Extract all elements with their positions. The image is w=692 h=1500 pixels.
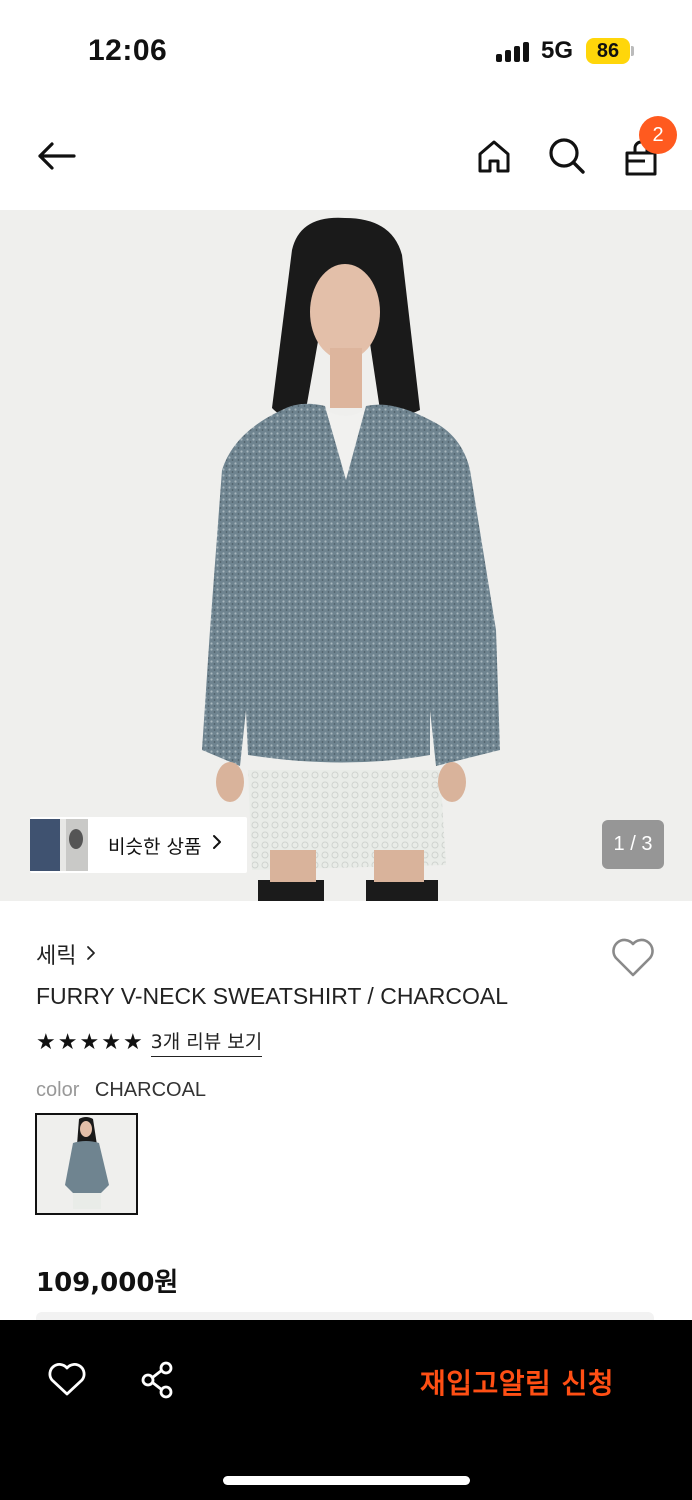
star-icon: ★ — [79, 1029, 100, 1054]
chevron-right-icon — [211, 833, 223, 857]
share-button[interactable] — [138, 1360, 178, 1400]
back-button[interactable] — [32, 132, 80, 180]
status-time: 12:06 — [88, 34, 168, 67]
similar-thumbnail-image — [30, 819, 88, 871]
battery-icon: 86 — [586, 38, 630, 64]
rating-row: ★ ★ ★ ★ ★ 3개 리뷰 보기 — [36, 1027, 263, 1057]
color-value: CHARCOAL — [94, 1079, 207, 1101]
product-price: 109,000원 — [36, 1268, 179, 1298]
network-label: 5G — [541, 37, 574, 64]
top-nav — [0, 110, 692, 206]
color-label: color — [36, 1079, 80, 1101]
brand-name: 세릭 — [36, 944, 77, 969]
star-icon: ★ — [57, 1029, 78, 1054]
brand-link[interactable]: 세릭 — [36, 938, 96, 970]
star-rating: ★ ★ ★ ★ ★ — [36, 1029, 143, 1055]
star-icon: ★ — [36, 1029, 56, 1054]
cart-count-badge: 2 — [639, 116, 677, 154]
search-button[interactable] — [543, 132, 591, 180]
heart-icon — [48, 1363, 86, 1396]
bottom-wishlist-button[interactable] — [47, 1362, 87, 1398]
product-image[interactable] — [0, 210, 692, 901]
star-icon: ★ — [101, 1029, 121, 1054]
heart-icon — [612, 938, 654, 977]
model-photo — [0, 210, 692, 901]
home-icon — [478, 140, 510, 173]
battery-tip — [631, 46, 634, 56]
image-page-indicator: 1 / 3 — [602, 820, 664, 869]
restock-alert-button[interactable]: 재입고알림 신청 — [420, 1362, 614, 1402]
star-icon: ★ — [122, 1029, 143, 1054]
bottom-action-bar — [0, 1320, 692, 1500]
search-icon — [549, 138, 585, 174]
color-swatch-selected[interactable] — [35, 1113, 138, 1215]
share-icon — [141, 1361, 173, 1399]
similar-thumbnail — [30, 819, 88, 871]
swatch-thumbnail — [37, 1115, 136, 1213]
chevron-right-icon — [86, 942, 96, 966]
home-indicator[interactable] — [223, 1476, 470, 1485]
status-bar: 12:06 5G 86 — [0, 0, 692, 100]
similar-products-button[interactable]: 비슷한 상품 — [30, 817, 247, 873]
home-button[interactable] — [470, 132, 518, 180]
similar-products-label: 비슷한 상품 — [108, 835, 202, 858]
signal-icon — [496, 42, 532, 62]
wishlist-button[interactable] — [610, 936, 656, 980]
color-row: color CHARCOAL — [36, 1079, 206, 1102]
review-link[interactable]: 3개 리뷰 보기 — [150, 1027, 263, 1057]
product-title: FURRY V-NECK SWEATSHIRT / CHARCOAL — [36, 983, 509, 1009]
arrow-left-icon — [38, 142, 76, 170]
